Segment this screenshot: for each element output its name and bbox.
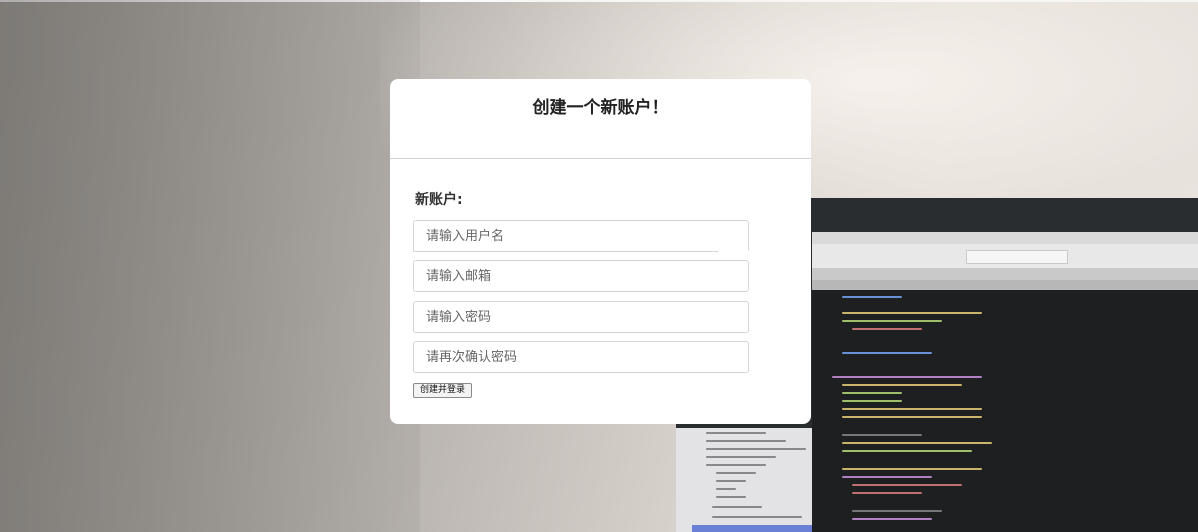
- background-laptop-menubar: [812, 232, 1198, 244]
- email-input[interactable]: [413, 260, 749, 292]
- create-and-login-button[interactable]: 创建并登录: [413, 383, 473, 398]
- background-laptop-sidebar: [676, 428, 812, 532]
- page-background: 创建一个新账户！ 新账户: 创建并登录: [0, 0, 1198, 532]
- signup-card: 创建一个新账户！ 新账户: 创建并登录: [390, 79, 811, 424]
- background-shadow: [0, 0, 420, 532]
- card-divider: [390, 158, 811, 159]
- background-laptop-searchbox: [966, 250, 1068, 264]
- password-input[interactable]: [413, 301, 749, 333]
- username-input[interactable]: [413, 220, 749, 252]
- username-input-underline: [413, 251, 718, 252]
- card-title: 创建一个新账户！: [532, 98, 669, 118]
- new-account-label: 新账户:: [415, 192, 463, 208]
- background-laptop-selected-file: [692, 525, 812, 532]
- background-laptop-breadcrumb: [812, 280, 1198, 290]
- background-laptop-tabs: [812, 268, 1198, 280]
- background-laptop-editor: [812, 290, 1198, 532]
- confirm-password-input[interactable]: [413, 341, 749, 373]
